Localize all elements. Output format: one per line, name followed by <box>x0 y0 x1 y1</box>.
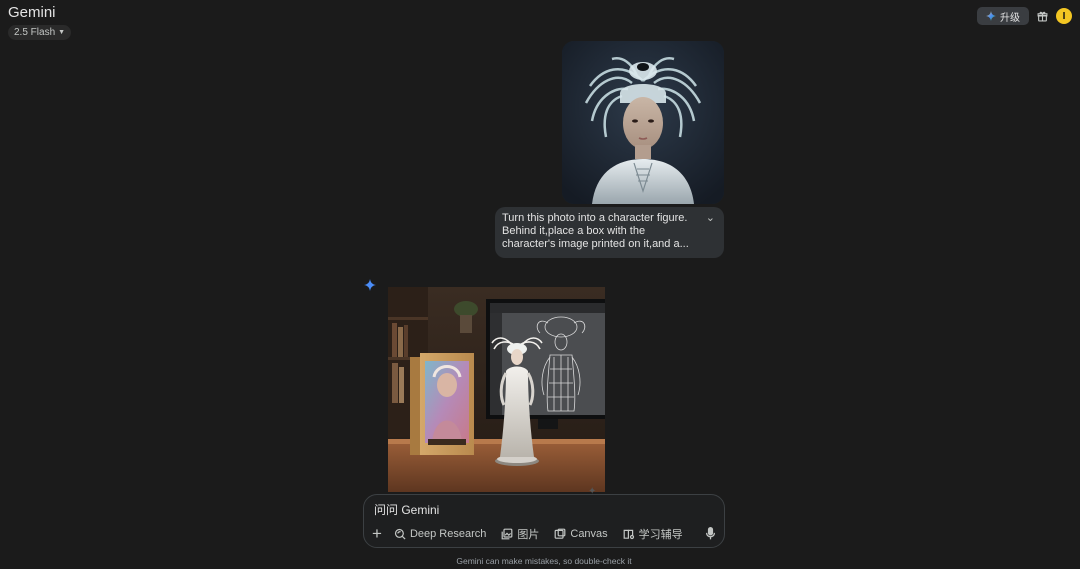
user-uploaded-image[interactable] <box>562 41 724 204</box>
deep-research-icon <box>394 528 406 540</box>
image-icon <box>501 528 513 540</box>
canvas-icon <box>554 528 566 539</box>
app-title: Gemini <box>8 4 56 21</box>
upgrade-label: 升级 <box>1000 12 1020 24</box>
tool-guided-learning[interactable]: 学习辅导 <box>623 526 683 542</box>
prompt-input[interactable] <box>374 502 704 518</box>
tool-label: Deep Research <box>409 528 487 540</box>
user-message-text: Turn this photo into a character figure.… <box>502 212 689 250</box>
tool-label: Canvas <box>570 528 608 540</box>
gemini-spark-icon <box>364 278 376 296</box>
tool-image[interactable]: 图片 <box>501 526 539 542</box>
model-name: 2.5 Flash <box>14 27 56 38</box>
gift-icon[interactable] <box>1037 11 1048 22</box>
chevron-down-icon[interactable]: ⌄ <box>706 212 715 225</box>
plus-icon[interactable]: + <box>372 525 382 542</box>
header-right: 升级 I <box>977 7 1072 25</box>
tool-label: 图片 <box>517 529 540 541</box>
user-message-bubble: Turn this photo into a character figure.… <box>495 207 724 258</box>
tool-label: 学习辅导 <box>638 529 683 541</box>
generated-image[interactable] <box>388 287 605 492</box>
header-left: Gemini 2.5 Flash ▼ <box>8 4 72 40</box>
tool-canvas[interactable]: Canvas <box>554 528 608 540</box>
portrait-image <box>562 41 724 204</box>
disclaimer-text: Gemini can make mistakes, so double-chec… <box>456 556 632 566</box>
chevron-down-icon: ▼ <box>58 29 66 36</box>
figure-scene-image <box>388 287 605 492</box>
microphone-icon[interactable] <box>705 527 716 545</box>
sparkle-icon <box>986 11 996 21</box>
upgrade-button[interactable]: 升级 <box>977 7 1029 25</box>
input-toolbar: + Deep Research 图片 Canvas 学习辅导 <box>372 525 698 543</box>
prompt-input-box: + Deep Research 图片 Canvas 学习辅导 <box>363 494 725 548</box>
model-selector[interactable]: 2.5 Flash ▼ <box>8 25 72 40</box>
guided-learning-icon <box>623 529 634 540</box>
tool-deep-research[interactable]: Deep Research <box>394 528 486 540</box>
avatar[interactable]: I <box>1056 8 1072 24</box>
